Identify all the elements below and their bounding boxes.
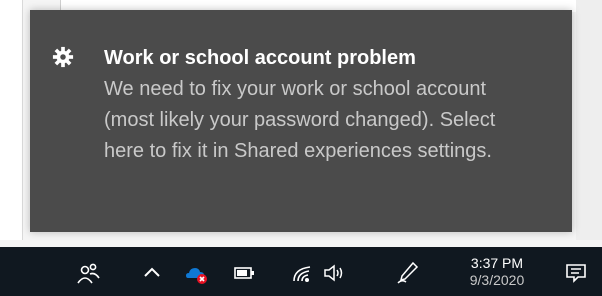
onedrive-error-icon[interactable]	[184, 261, 208, 285]
background-strip-right	[576, 0, 602, 240]
notification-center-icon[interactable]	[564, 261, 588, 285]
taskbar-clock[interactable]: 3:37 PM 9/3/2020	[452, 255, 542, 289]
battery-icon[interactable]	[232, 261, 256, 285]
wifi-icon[interactable]	[290, 261, 314, 285]
notification-title: Work or school account problem	[104, 47, 416, 69]
taskbar: 3:37 PM 9/3/2020	[0, 247, 602, 296]
notification-message: We need to fix your work or school accou…	[104, 78, 496, 162]
notification-body: Work or school account problem We need t…	[104, 44, 544, 167]
volume-icon[interactable]	[322, 261, 346, 285]
account-problem-notification[interactable]: Work or school account problem We need t…	[30, 10, 572, 232]
clock-date: 9/3/2020	[469, 272, 525, 288]
gear-icon	[52, 46, 74, 68]
people-icon[interactable]	[76, 261, 100, 285]
pen-icon[interactable]	[396, 261, 420, 285]
clock-time: 3:37 PM	[470, 255, 524, 271]
background-window-edge-left	[0, 0, 23, 240]
chevron-up-icon[interactable]	[140, 261, 164, 285]
